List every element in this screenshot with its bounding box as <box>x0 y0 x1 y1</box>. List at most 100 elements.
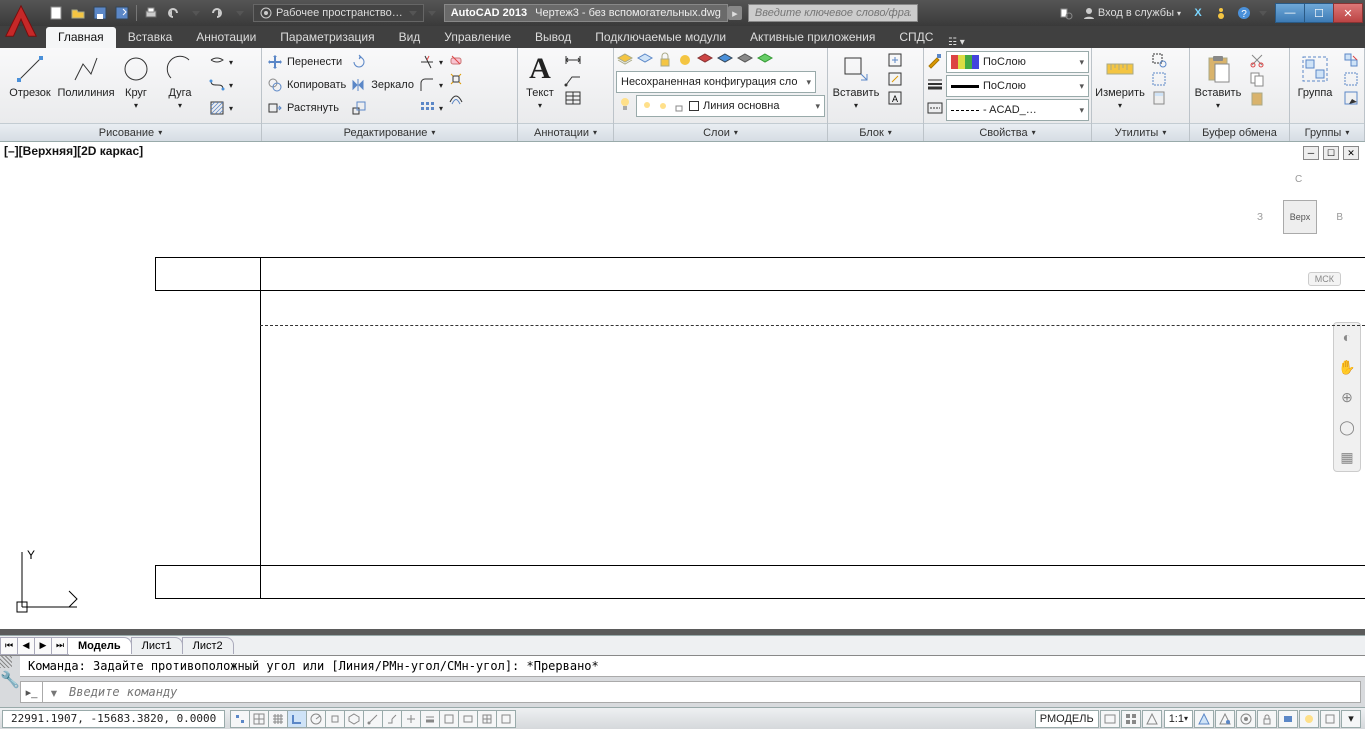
redo-icon[interactable] <box>207 3 227 23</box>
paste-button[interactable]: Вставить▾ <box>1192 51 1244 112</box>
anno-scale-value[interactable]: 1:1 ▾ <box>1164 710 1193 728</box>
layer-isolate-icon[interactable] <box>696 51 714 69</box>
sb-annoauto-icon[interactable] <box>1215 710 1235 728</box>
panel-props-title[interactable]: Свойства▾ <box>924 123 1091 141</box>
search-go-icon[interactable] <box>1056 4 1076 22</box>
open-icon[interactable] <box>68 3 88 23</box>
sb-am-icon[interactable] <box>496 710 516 728</box>
quickselect-icon[interactable] <box>1150 51 1168 69</box>
group-edit-icon[interactable] <box>1342 70 1360 88</box>
offset-icon[interactable] <box>447 89 465 107</box>
exchange-icon[interactable]: X <box>1188 4 1208 22</box>
sb-clean-icon[interactable] <box>1320 710 1340 728</box>
cut-icon[interactable] <box>1248 51 1266 69</box>
sb-ws-icon[interactable] <box>1236 710 1256 728</box>
line-button[interactable]: Отрезок <box>4 51 56 101</box>
selectall-icon[interactable] <box>1150 70 1168 88</box>
rectangle-icon[interactable] <box>208 53 226 71</box>
rotate-button[interactable] <box>350 51 414 73</box>
layer-bulb-icon[interactable] <box>616 95 634 113</box>
minimize-button[interactable]: — <box>1275 3 1305 23</box>
qat-customize[interactable] <box>426 7 436 19</box>
measure-button[interactable]: Измерить▾ <box>1094 51 1146 112</box>
explode-icon[interactable] <box>447 70 465 88</box>
layer-current-dropdown[interactable]: Линия основна <box>636 95 825 117</box>
erase-icon[interactable] <box>447 51 465 69</box>
linetype-icon[interactable] <box>926 99 944 117</box>
sb-layout-icon[interactable] <box>1100 710 1120 728</box>
fillet-icon[interactable] <box>418 76 436 94</box>
layer-prev-icon[interactable] <box>736 51 754 69</box>
layer-off-icon[interactable] <box>676 51 694 69</box>
sb-ducs-icon[interactable] <box>382 710 402 728</box>
lineweight-dropdown[interactable]: ПоСлою <box>946 75 1089 97</box>
sb-tpy-icon[interactable] <box>439 710 459 728</box>
close-button[interactable]: ✕ <box>1333 3 1363 23</box>
sb-otrack-icon[interactable] <box>363 710 383 728</box>
sign-in-button[interactable]: Вход в службы ▾ <box>1079 7 1185 19</box>
infocenter-search[interactable] <box>748 4 918 22</box>
tab-annotate[interactable]: Аннотации <box>184 27 268 48</box>
tab-sheet2[interactable]: Лист2 <box>182 637 234 654</box>
panel-group-title[interactable]: Группы▾ <box>1290 123 1364 141</box>
panel-annot-title[interactable]: Аннотации▾ <box>518 123 613 141</box>
cmd-customize-icon[interactable]: 🔧 <box>2 672 18 688</box>
array-icon[interactable] <box>418 99 436 117</box>
drawing-area[interactable]: [–][Верхняя][2D каркас] ─ ☐ ✕ С З В Верх… <box>0 142 1365 629</box>
layer-freeze-icon[interactable] <box>636 51 654 69</box>
help-icon[interactable]: ? <box>1234 4 1254 22</box>
color-dropdown[interactable]: ПоСлою <box>946 51 1089 73</box>
tab-home[interactable]: Главная <box>46 27 116 48</box>
sb-infer-icon[interactable] <box>230 710 250 728</box>
circle-button[interactable]: Круг▾ <box>116 51 156 112</box>
layer-state-dropdown[interactable]: Несохраненная конфигурация сло <box>616 71 816 93</box>
sb-isolate-icon[interactable] <box>1299 710 1319 728</box>
layer-props-icon[interactable] <box>616 51 634 69</box>
sb-osnap-icon[interactable] <box>325 710 345 728</box>
panel-block-title[interactable]: Блок▾ <box>828 123 923 141</box>
group-select-icon[interactable] <box>1342 89 1360 107</box>
sb-annoscale-icon[interactable] <box>1142 710 1162 728</box>
sb-annovis-icon[interactable] <box>1194 710 1214 728</box>
clipboard-icon[interactable] <box>1248 89 1266 107</box>
table-icon[interactable] <box>564 89 582 107</box>
layout-prev-icon[interactable]: ◀ <box>17 637 35 655</box>
sb-hardware-icon[interactable] <box>1278 710 1298 728</box>
tab-model[interactable]: Модель <box>67 637 132 654</box>
group-button[interactable]: Группа <box>1292 51 1338 101</box>
tab-online[interactable]: Активные приложения <box>738 27 887 48</box>
dimension-icon[interactable] <box>564 51 582 69</box>
undo-dropdown[interactable] <box>185 3 205 23</box>
polyline-button[interactable]: Полилиния <box>60 51 112 101</box>
hatch-icon[interactable] <box>208 99 226 117</box>
sb-snap-icon[interactable] <box>249 710 269 728</box>
saveas-icon[interactable] <box>112 3 132 23</box>
attribute-icon[interactable]: A <box>886 89 904 107</box>
sb-qp-icon[interactable] <box>458 710 478 728</box>
layout-next-icon[interactable]: ▶ <box>34 637 52 655</box>
cmd-recent-icon[interactable]: ▸_ <box>21 682 43 702</box>
layer-lock-icon[interactable] <box>656 51 674 69</box>
sb-sc-icon[interactable] <box>477 710 497 728</box>
doc-menu-arrow[interactable]: ▸ <box>728 6 742 20</box>
sb-grid-icon[interactable] <box>268 710 288 728</box>
panel-util-title[interactable]: Утилиты▾ <box>1092 123 1189 141</box>
panel-layers-title[interactable]: Слои▾ <box>614 123 827 141</box>
sb-lwt-icon[interactable] <box>420 710 440 728</box>
tab-parametric[interactable]: Параметризация <box>268 27 386 48</box>
mirror-button[interactable]: Зеркало <box>350 74 414 96</box>
copy-button[interactable]: Копировать <box>266 74 346 96</box>
cmd-grip-icon[interactable] <box>0 656 12 668</box>
edit-block-icon[interactable] <box>886 70 904 88</box>
panel-modify-title[interactable]: Редактирование▾ <box>262 123 517 141</box>
sb-3dosnap-icon[interactable] <box>344 710 364 728</box>
command-input[interactable] <box>65 685 1360 699</box>
sb-polar-icon[interactable] <box>306 710 326 728</box>
save-icon[interactable] <box>90 3 110 23</box>
ribbon-expand-icon[interactable]: ☷ ▾ <box>945 37 967 48</box>
tab-plugins[interactable]: Подключаемые модули <box>583 27 738 48</box>
undo-icon[interactable] <box>163 3 183 23</box>
app-menu-button[interactable] <box>0 0 42 42</box>
model-space-button[interactable]: РМОДЕЛЬ <box>1035 710 1099 728</box>
arc-button[interactable]: Дуга▾ <box>160 51 200 112</box>
